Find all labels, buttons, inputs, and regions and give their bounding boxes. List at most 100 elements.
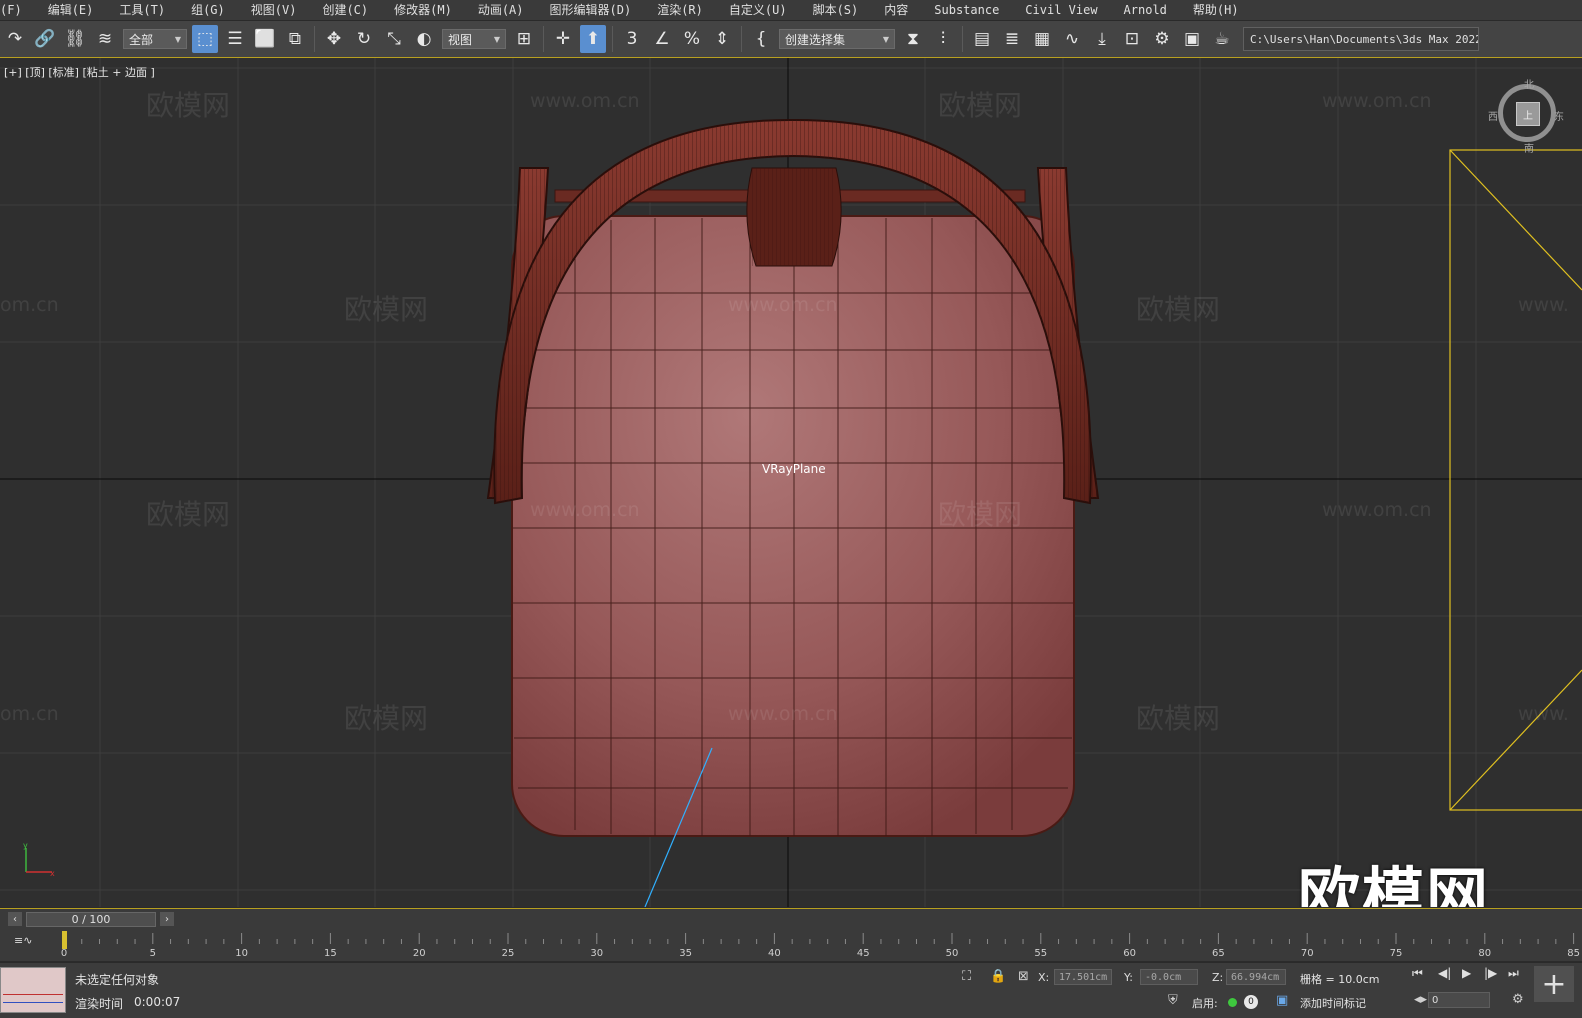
- ruler-label: 45: [857, 948, 870, 959]
- redo-icon[interactable]: ↷: [2, 25, 28, 53]
- viewport-label[interactable]: [+] [顶] [标准] [粘土 + 边面 ]: [4, 64, 155, 80]
- enable-status-dot[interactable]: [1228, 998, 1237, 1007]
- bind-spacewarp-icon[interactable]: ≋: [92, 25, 118, 53]
- ruler-label: 80: [1478, 948, 1491, 959]
- render-time-label: 渲染时间: [75, 997, 124, 1011]
- adaptive-degradation-icon[interactable]: ⛨: [1168, 993, 1178, 1008]
- menu-bar: (F) 编辑(E) 工具(T) 组(G) 视图(V) 创建(C) 修改器(M) 动画(A) 图形…: [0, 0, 1582, 21]
- select-object-icon[interactable]: ⬚: [192, 25, 218, 53]
- ruler-label: 10: [235, 948, 248, 959]
- render-time-value: 0:00:07: [134, 995, 181, 1009]
- window-crossing-icon[interactable]: ⧉: [282, 25, 308, 53]
- time-config-icon[interactable]: ⚙: [1512, 992, 1524, 1007]
- key-mode-icon[interactable]: ◂▸: [1414, 992, 1427, 1007]
- reference-coord-value: 视图: [448, 32, 473, 47]
- rendered-frame-icon[interactable]: ▣: [1179, 25, 1205, 53]
- render-teapot-icon[interactable]: ☕: [1209, 25, 1235, 53]
- menu-item[interactable]: 动画(A): [466, 0, 538, 20]
- menu-item[interactable]: 视图(V): [239, 0, 311, 20]
- watermark-cn: 欧模网: [146, 498, 231, 531]
- play-icon[interactable]: ▶: [1462, 966, 1471, 980]
- menu-item[interactable]: 内容: [872, 0, 922, 20]
- rotate-icon[interactable]: ↻: [351, 25, 377, 53]
- menu-item[interactable]: 帮助(H): [1181, 0, 1253, 20]
- x-coordinate-value: 17.501cm: [1059, 971, 1108, 983]
- move-icon[interactable]: ✥: [321, 25, 347, 53]
- time-slider-thumb[interactable]: 0 / 100: [26, 911, 156, 927]
- goto-end-icon[interactable]: ⏭: [1508, 966, 1519, 981]
- viewcube[interactable]: 上 北 南 东 西: [1488, 80, 1564, 155]
- menu-item[interactable]: 编辑(E): [36, 0, 108, 20]
- menu-item[interactable]: 组(G): [179, 0, 239, 20]
- watermark-url: www.om.cn: [728, 703, 838, 725]
- menu-item[interactable]: Arnold: [1112, 0, 1181, 20]
- add-time-tag[interactable]: 添加时间标记: [1300, 995, 1366, 1011]
- menu-item[interactable]: Substance: [922, 0, 1013, 20]
- keyboard-shortcut-override-icon[interactable]: ⬆: [580, 25, 606, 53]
- menu-item[interactable]: Civil View: [1013, 0, 1111, 20]
- scene-explorer-icon[interactable]: ▤: [969, 25, 995, 53]
- menu-item[interactable]: 脚本(S): [801, 0, 873, 20]
- z-coordinate-field[interactable]: 66.994cm: [1226, 969, 1286, 985]
- named-selection-value: 创建选择集: [785, 32, 846, 47]
- z-coordinate-value: 66.994cm: [1231, 971, 1280, 983]
- x-coordinate-field[interactable]: 17.501cm: [1054, 969, 1112, 985]
- maxscript-listener-mini[interactable]: [0, 967, 66, 1013]
- percent-snap-icon[interactable]: %: [679, 25, 705, 53]
- lock-icon[interactable]: 🔒: [990, 969, 1006, 984]
- pivot-center-icon[interactable]: ⊞: [511, 25, 537, 53]
- menu-item[interactable]: 创建(C): [310, 0, 382, 20]
- menu-item[interactable]: 工具(T): [107, 0, 179, 20]
- y-coordinate-value: -0.0cm: [1145, 971, 1182, 983]
- ribbon-icon[interactable]: ▦: [1029, 25, 1055, 53]
- ruler-label: 20: [413, 948, 426, 959]
- selection-filter-dropdown[interactable]: 全部 ▼: [123, 29, 187, 49]
- current-frame-field[interactable]: 0: [1428, 992, 1490, 1008]
- menu-item[interactable]: 图形编辑器(D): [538, 0, 646, 20]
- add-icon[interactable]: +: [1534, 966, 1574, 1002]
- angle-snap-icon[interactable]: ∠: [649, 25, 675, 53]
- render-setup-icon[interactable]: ⚙: [1149, 25, 1175, 53]
- curve-editor-icon[interactable]: ∿: [1059, 25, 1085, 53]
- next-frame-arrow-icon[interactable]: ›: [160, 912, 174, 926]
- reference-coord-dropdown[interactable]: 视图 ▼: [442, 29, 506, 49]
- watermark-url: www.om.cn: [1322, 499, 1432, 521]
- spinner-snap-icon[interactable]: ⇕: [709, 25, 735, 53]
- prev-key-icon[interactable]: ◀|: [1438, 966, 1451, 980]
- next-key-icon[interactable]: |▶: [1484, 966, 1497, 980]
- place-icon[interactable]: ◐: [411, 25, 437, 53]
- track-bar[interactable]: ≡∿ 0 5 10 15 20 25 30 35 40 45 50 55 60 65 70 75 80 85: [0, 929, 1582, 961]
- goto-start-icon[interactable]: ⏮: [1412, 966, 1423, 981]
- ruler-label: 60: [1123, 948, 1136, 959]
- snap-3d-icon[interactable]: 3: [619, 25, 645, 53]
- watermark-url: www.: [1518, 294, 1569, 316]
- menu-item[interactable]: (F): [0, 0, 36, 20]
- absolute-mode-icon[interactable]: ⊠: [1018, 969, 1029, 984]
- schematic-view-icon[interactable]: ⊡: [1119, 25, 1145, 53]
- y-coordinate-field[interactable]: -0.0cm: [1140, 969, 1198, 985]
- edit-named-selection-icon[interactable]: {: [748, 25, 774, 53]
- project-path-field[interactable]: C:\Users\Han\Documents\3ds Max 2022: [1243, 27, 1479, 51]
- select-manipulate-icon[interactable]: ✛: [550, 25, 576, 53]
- link-icon[interactable]: 🔗: [32, 25, 58, 53]
- top-viewport[interactable]: y x [+] [顶] [标准] [粘土 + 边面 ] VRayPlane 欧模…: [0, 58, 1582, 907]
- enable-counter[interactable]: 0: [1244, 995, 1258, 1009]
- menu-item[interactable]: 渲染(R): [645, 0, 717, 20]
- mirror-icon[interactable]: ⧗: [900, 25, 926, 53]
- current-frame-value: 0: [1432, 994, 1439, 1006]
- time-tag-icon[interactable]: ▣: [1276, 993, 1288, 1008]
- align-icon[interactable]: ⫶: [930, 25, 956, 53]
- named-selection-dropdown[interactable]: 创建选择集 ▼: [779, 29, 895, 49]
- menu-item[interactable]: 修改器(M): [382, 0, 466, 20]
- isolate-selection-icon[interactable]: ⛶: [962, 969, 971, 984]
- scale-icon[interactable]: ⤡: [381, 25, 407, 53]
- viewcube-face[interactable]: 上: [1516, 102, 1540, 126]
- unlink-icon[interactable]: ⛓: [62, 25, 88, 53]
- prev-frame-arrow-icon[interactable]: ‹: [8, 912, 22, 926]
- layer-explorer-icon[interactable]: ≣: [999, 25, 1025, 53]
- select-by-name-icon[interactable]: ☰: [222, 25, 248, 53]
- rect-selection-icon[interactable]: ⬜: [252, 25, 278, 53]
- dope-sheet-icon[interactable]: ⤓: [1089, 25, 1115, 53]
- z-label: Z:: [1212, 971, 1224, 984]
- menu-item[interactable]: 自定义(U): [717, 0, 801, 20]
